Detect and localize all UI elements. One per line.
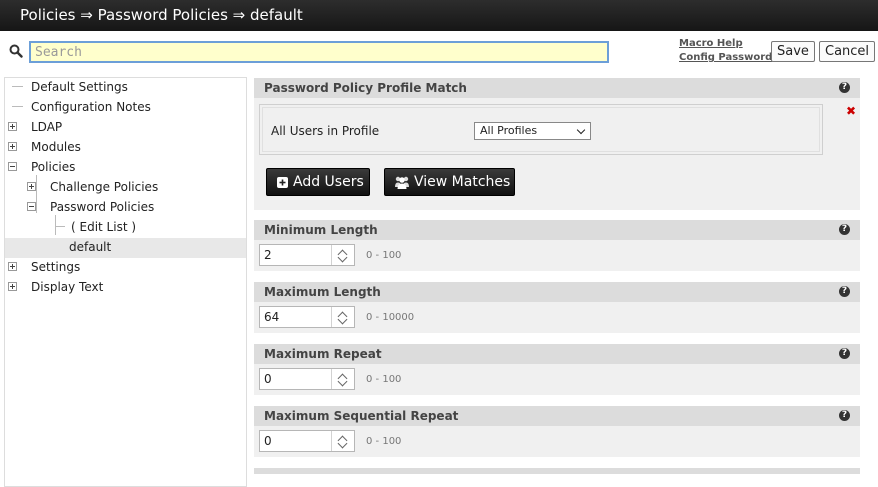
tree-item-label: Modules: [31, 140, 81, 154]
page-title: Policies ⇒ Password Policies ⇒ default: [20, 6, 303, 24]
save-button[interactable]: Save: [771, 41, 815, 62]
tree-item-modules[interactable]: Modules: [5, 138, 246, 158]
expand-icon[interactable]: [8, 262, 17, 271]
collapse-icon[interactable]: [8, 162, 17, 171]
add-users-label: Add Users: [293, 174, 364, 190]
tree-item-password-policies[interactable]: Password Policies: [5, 198, 246, 218]
search-icon: [9, 44, 23, 58]
spinner[interactable]: [331, 307, 354, 327]
spinner[interactable]: [331, 245, 354, 265]
tree-item-default[interactable]: default: [5, 238, 246, 258]
tree-item-policies[interactable]: Policies: [5, 158, 246, 178]
add-users-button[interactable]: Add Users: [266, 168, 370, 196]
spinner[interactable]: [331, 431, 354, 451]
users-icon: [395, 176, 409, 189]
tree-item-label: LDAP: [31, 120, 63, 134]
view-matches-label: View Matches: [414, 174, 511, 190]
collapse-icon[interactable]: [27, 202, 36, 211]
range-hint: 0 - 100: [366, 436, 402, 447]
cancel-button[interactable]: Cancel: [819, 41, 876, 62]
tree-item-edit-list[interactable]: ( Edit List ): [5, 218, 246, 238]
tree-item-display-text[interactable]: Display Text: [5, 278, 246, 298]
minimum-length-input[interactable]: [260, 245, 334, 265]
profile-match-row: All Users in Profile All Profiles: [259, 104, 823, 155]
profile-select-value: All Profiles: [480, 124, 538, 137]
expand-icon[interactable]: [8, 282, 17, 291]
panel-header: Minimum Length ?: [254, 220, 860, 240]
tree-item-label: Policies: [31, 160, 76, 174]
panel-header: Maximum Sequential Repeat ?: [254, 406, 860, 426]
tree-item-label: Challenge Policies: [50, 180, 159, 194]
macro-help-link[interactable]: Macro Help: [679, 38, 743, 49]
tree-item-label: ( Edit List ): [71, 220, 137, 234]
help-icon[interactable]: ?: [839, 410, 850, 421]
help-icon[interactable]: ?: [839, 286, 850, 297]
tree-item-ldap[interactable]: LDAP: [5, 118, 246, 138]
help-icon[interactable]: ?: [839, 82, 850, 93]
tree-item-label: Default Settings: [31, 80, 128, 94]
profile-match-panel: Password Policy Profile Match ? All User…: [254, 78, 860, 210]
tree-item-label: Settings: [31, 260, 81, 274]
maximum-repeat-stepper[interactable]: [259, 368, 355, 390]
tree-item-default-settings[interactable]: Default Settings: [5, 78, 246, 98]
panel-title: Maximum Length: [264, 285, 381, 299]
range-hint: 0 - 100: [366, 250, 402, 261]
tree-item-configuration-notes[interactable]: Configuration Notes: [5, 98, 246, 118]
maximum-repeat-input[interactable]: [260, 369, 334, 389]
expand-icon[interactable]: [8, 142, 17, 151]
help-icon[interactable]: ?: [839, 224, 850, 235]
minimum-length-panel: Minimum Length ? 0 - 100: [254, 220, 860, 271]
expand-icon[interactable]: [8, 122, 17, 131]
maximum-sequential-repeat-panel: Maximum Sequential Repeat ? 0 - 100: [254, 406, 860, 457]
panel-title: Maximum Sequential Repeat: [264, 409, 459, 423]
maximum-sequential-repeat-stepper[interactable]: [259, 430, 355, 452]
spinner[interactable]: [331, 369, 354, 389]
help-icon[interactable]: ?: [839, 348, 850, 359]
chevron-down-icon: [576, 125, 586, 135]
tree-item-settings[interactable]: Settings: [5, 258, 246, 278]
maximum-length-panel: Maximum Length ? 0 - 10000: [254, 282, 860, 333]
tree-item-label: default: [69, 240, 112, 254]
close-icon[interactable]: ✖: [846, 104, 856, 118]
tree-item-label: Display Text: [31, 280, 104, 294]
next-panel-header: [254, 468, 860, 474]
maximum-repeat-panel: Maximum Repeat ? 0 - 100: [254, 344, 860, 395]
view-matches-button[interactable]: View Matches: [384, 168, 515, 196]
profile-select[interactable]: All Profiles: [474, 122, 591, 140]
panel-title: Minimum Length: [264, 223, 378, 237]
panel-title: Password Policy Profile Match: [264, 81, 467, 95]
config-password-link[interactable]: Config Password: [679, 52, 772, 63]
panel-header: Maximum Length ?: [254, 282, 860, 302]
title-bar: Policies ⇒ Password Policies ⇒ default: [0, 0, 878, 31]
panel-title: Maximum Repeat: [264, 347, 382, 361]
tree-item-label: Configuration Notes: [31, 100, 151, 114]
maximum-length-input[interactable]: [260, 307, 334, 327]
search-input[interactable]: [29, 41, 609, 63]
tree-item-label: Password Policies: [50, 200, 155, 214]
range-hint: 0 - 10000: [366, 312, 415, 323]
navigation-tree: Default Settings Configuration Notes LDA…: [4, 77, 247, 487]
profile-label: All Users in Profile: [271, 124, 380, 138]
maximum-sequential-repeat-input[interactable]: [260, 431, 334, 451]
minimum-length-stepper[interactable]: [259, 244, 355, 266]
panel-header: Password Policy Profile Match ?: [254, 78, 860, 98]
panel-header: Maximum Repeat ?: [254, 344, 860, 364]
range-hint: 0 - 100: [366, 374, 402, 385]
expand-icon[interactable]: [27, 182, 36, 191]
plus-square-icon: [277, 177, 288, 188]
maximum-length-stepper[interactable]: [259, 306, 355, 328]
tree-item-challenge-policies[interactable]: Challenge Policies: [5, 178, 246, 198]
